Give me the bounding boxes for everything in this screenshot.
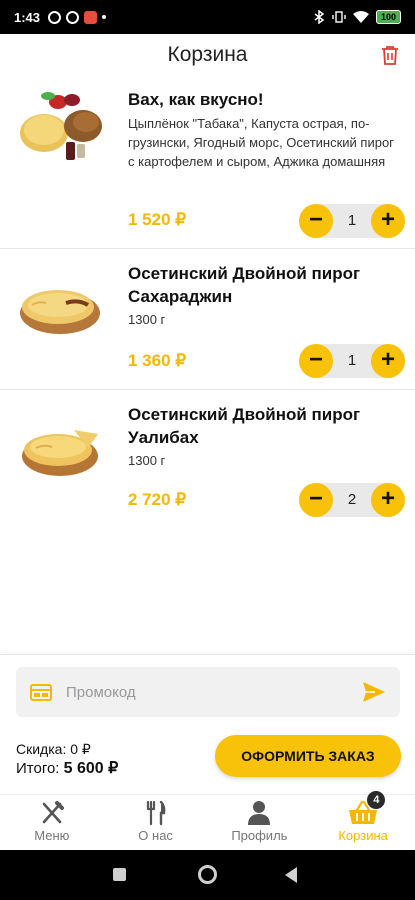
quantity-value: 1 [347,212,357,229]
decrease-button[interactable]: − [299,344,333,378]
product-price: 2 720 ₽ [128,490,187,509]
nav-item-about[interactable]: О нас [104,795,208,850]
product-description: Цыплёнок "Табака", Капуста острая, по-гр… [128,116,394,169]
nav-label: Меню [34,828,70,843]
discount-label: Скидка: [16,741,67,757]
product-price: 1 360 ₽ [128,351,187,370]
product-price: 1 520 ₽ [128,210,187,229]
notification-icons [48,10,107,24]
battery-icon: 100 [375,10,401,24]
overview-button[interactable] [113,868,126,881]
increase-button[interactable]: + [371,483,405,517]
send-icon [363,682,385,702]
product-name: Вах, как вкусно! [128,90,264,109]
clear-cart-button[interactable] [381,45,399,70]
basket-icon [311,799,415,827]
total-label: Итого: [16,760,60,777]
product-weight: 1300 г [128,453,166,468]
fork-knife-icon [0,799,104,827]
status-time: 1:43 [14,9,41,25]
product-image [18,277,110,347]
bottom-navigation: Меню О нас Профиль 4 Корзина [0,791,415,850]
nav-label: Профиль [231,828,288,843]
decrease-button[interactable]: − [299,483,333,517]
notification-icon [48,10,62,24]
apply-promo-button[interactable] [362,681,386,708]
decrease-button[interactable]: − [299,204,333,238]
page-title: Корзина [167,43,248,66]
quantity-value: 2 [347,491,357,508]
back-button[interactable] [285,867,297,883]
notification-icon [66,10,80,24]
product-image [18,88,110,164]
quantity-value: 1 [347,352,357,369]
quantity-stepper: − 1 + [299,344,405,378]
profile-icon [208,799,312,827]
trash-icon [382,46,398,65]
product-image [18,418,110,488]
quantity-stepper: − 2 + [299,483,405,517]
vibrate-icon [332,11,346,23]
total-value: 5 600 ₽ [63,760,119,777]
order-totals: Скидка: 0 ₽ Итого: 5 600 ₽ [16,739,118,779]
status-bar: 1:43 100 [0,0,415,34]
discount-value: 0 ₽ [70,741,91,757]
promo-code-field [16,667,400,717]
promo-coupon-icon [30,681,52,708]
nav-item-profile[interactable]: Профиль [208,795,312,850]
cart-item: Вах, как вкусно! Цыплёнок "Табака", Капу… [0,76,415,249]
nav-item-menu[interactable]: Меню [0,795,104,850]
place-order-button[interactable]: ОФОРМИТЬ ЗАКАЗ [215,735,401,777]
cart-item: Осетинский Двойной пирог Сахараджин 1300… [0,249,415,390]
nav-item-cart[interactable]: 4 Корзина [311,791,415,850]
mail-notification-icon [84,10,98,24]
page-header: Корзина [0,34,415,76]
increase-button[interactable]: + [371,344,405,378]
product-weight: 1300 г [128,312,166,327]
nav-label: Корзина [338,828,388,843]
bluetooth-icon [314,10,325,24]
discount-row: Скидка: 0 ₽ [16,739,118,759]
more-notifications-icon [102,15,107,19]
home-button[interactable] [198,865,217,884]
total-row: Итого: 5 600 ₽ [16,759,118,779]
system-navigation-bar [0,850,415,900]
promo-code-input[interactable] [66,667,346,717]
product-name: Осетинский Двойной пирог Сахараджин [128,264,361,306]
system-icons: 100 [313,10,401,24]
cutlery-icon [104,799,208,827]
product-name: Осетинский Двойной пирог Уалибах [128,405,361,447]
checkout-panel: Скидка: 0 ₽ Итого: 5 600 ₽ ОФОРМИТЬ ЗАКА… [0,654,415,794]
increase-button[interactable]: + [371,204,405,238]
cart-item: Осетинский Двойной пирог Уалибах 1300 г … [0,390,415,531]
quantity-stepper: − 1 + [299,204,405,238]
wifi-icon [352,10,369,23]
nav-label: О нас [138,828,173,843]
